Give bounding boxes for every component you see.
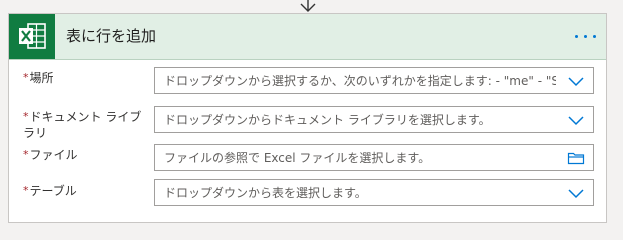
document-library-dropdown[interactable]: ドロップダウンからドキュメント ライブラリを選択します。	[154, 106, 594, 133]
table-dropdown[interactable]: ドロップダウンから表を選択します。	[154, 179, 594, 206]
file-label: *ファイル	[23, 148, 78, 162]
card-header[interactable]: 表に行を追加	[9, 14, 606, 60]
table-placeholder: ドロップダウンから表を選択します。	[164, 186, 367, 200]
chevron-down-icon[interactable]	[567, 186, 585, 200]
action-card: 表に行を追加 *場所 ドロップダウンから選択するか、次のいずれかを指定します: …	[8, 13, 607, 223]
chevron-down-icon[interactable]	[567, 74, 585, 88]
file-picker-input[interactable]: ファイルの参照で Excel ファイルを選択します。	[154, 144, 594, 171]
excel-icon	[9, 14, 55, 59]
card-title: 表に行を追加	[66, 27, 157, 45]
chevron-down-icon[interactable]	[567, 113, 585, 127]
document-library-placeholder: ドロップダウンからドキュメント ライブラリを選択します。	[164, 113, 491, 127]
required-marker: *	[23, 71, 29, 84]
required-marker: *	[23, 148, 29, 161]
file-placeholder: ファイルの参照で Excel ファイルを選択します。	[164, 151, 431, 165]
location-label: *場所	[23, 71, 54, 85]
required-marker: *	[23, 110, 29, 123]
location-dropdown[interactable]: ドロップダウンから選択するか、次のいずれかを指定します: - "me" - "S	[154, 67, 594, 94]
required-marker: *	[23, 184, 29, 197]
folder-icon[interactable]	[567, 151, 585, 165]
flow-connector-arrow-icon	[300, 0, 316, 12]
location-placeholder: ドロップダウンから選択するか、次のいずれかを指定します: - "me" - "S	[164, 74, 556, 88]
table-label: *テーブル	[23, 184, 77, 198]
document-library-label: *ドキュメント ライブラリ	[23, 110, 142, 140]
more-dots-icon[interactable]	[573, 28, 599, 44]
